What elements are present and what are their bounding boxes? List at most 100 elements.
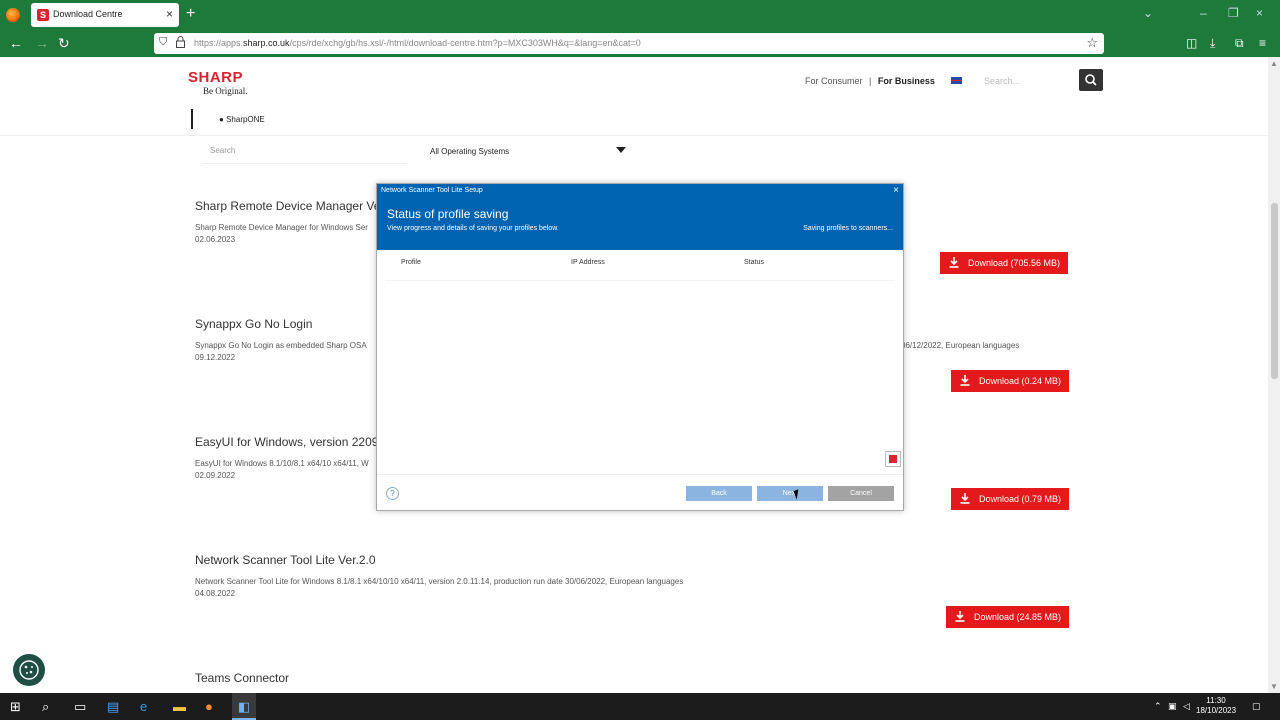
stop-icon	[889, 455, 897, 463]
windows-start-icon[interactable]: ⊞	[10, 699, 21, 715]
help-icon[interactable]: ?	[386, 487, 399, 500]
download-button[interactable]: Download (0.79 MB)	[951, 488, 1070, 510]
stop-button[interactable]	[885, 451, 901, 467]
notification-icon[interactable]: ▢	[1252, 701, 1261, 712]
tray-chevron-icon[interactable]: ⌃	[1154, 701, 1162, 712]
entry-title: EasyUI for Windows, version 2209	[195, 435, 379, 449]
cookie-icon	[19, 660, 39, 680]
sharpone-link[interactable]: ● SharpONE	[219, 115, 265, 124]
os-filter-select[interactable]: All Operating Systems	[430, 147, 509, 156]
tab-title: Download Centre	[53, 9, 123, 19]
download-icon	[960, 375, 970, 386]
extensions-icon[interactable]: ⧉	[1235, 36, 1244, 51]
for-business-link[interactable]: For Business	[878, 76, 935, 86]
system-clock[interactable]: 11:30 18/10/2023	[1196, 696, 1236, 716]
download-label: Download (0.24 MB)	[979, 376, 1062, 386]
dialog-window-title: Network Scanner Tool Lite Setup	[381, 187, 483, 194]
sharpone-label: SharpONE	[226, 115, 265, 124]
menu-hamburger-icon[interactable]: ≡	[1259, 36, 1266, 50]
dialog-subtitle: View progress and details of saving your…	[387, 225, 559, 232]
server-manager-icon[interactable]: ▤	[107, 699, 119, 715]
entry-title: Network Scanner Tool Lite Ver.2.0	[195, 553, 376, 567]
file-explorer-icon[interactable]: ▬	[173, 699, 186, 714]
reload-icon[interactable]: ↻	[58, 35, 70, 52]
browser-tab-bar: S Download Centre × + ⌄ – ❐ ×	[0, 0, 1280, 30]
entry-description: Synappx Go No Login as embedded Sharp OS…	[195, 341, 367, 350]
new-tab-button[interactable]: +	[186, 5, 195, 23]
url-text[interactable]: https://apps.sharp.co.uk/cps/rde/xchg/gb…	[194, 38, 641, 48]
download-icon	[960, 493, 970, 504]
pocket-icon[interactable]: ◫	[1186, 36, 1197, 50]
download-label: Download (0.79 MB)	[979, 494, 1062, 504]
download-icon	[955, 611, 965, 622]
next-button[interactable]: Next	[757, 486, 823, 501]
back-arrow-icon[interactable]: ←	[9, 35, 23, 51]
close-window-icon[interactable]: ×	[1256, 6, 1263, 20]
download-search-placeholder: Search	[210, 146, 236, 155]
sharp-logo[interactable]: SHARP	[188, 69, 243, 86]
tab-list-chevron-icon[interactable]: ⌄	[1143, 6, 1153, 20]
entry-description: Sharp Remote Device Manager for Windows …	[195, 223, 368, 232]
column-header-ip-address[interactable]: IP Address	[571, 259, 605, 266]
entry-description-tail: 06/12/2022, European languages	[901, 341, 1020, 350]
dialog-close-icon[interactable]: ×	[893, 185, 899, 196]
entry-date: 02.09.2022	[195, 471, 236, 480]
tracking-shield-icon[interactable]: ⛉	[159, 36, 167, 49]
task-view-icon[interactable]: ▭	[74, 699, 86, 715]
downloads-icon[interactable]: ⤓	[1210, 36, 1215, 51]
uk-flag-icon[interactable]	[951, 77, 962, 84]
minimize-icon[interactable]: –	[1200, 6, 1207, 20]
restore-icon[interactable]: ❐	[1228, 6, 1239, 20]
volume-icon[interactable]: ◁	[1183, 701, 1190, 712]
network-icon[interactable]: ▣	[1168, 701, 1177, 712]
bookmark-star-icon[interactable]: ☆	[1086, 35, 1098, 51]
header-separator: |	[869, 76, 872, 86]
address-bar[interactable]: ⛉ https://apps.sharp.co.uk/cps/rde/xchg/…	[154, 33, 1104, 54]
download-label: Download (24.85 MB)	[974, 612, 1062, 622]
entry-description: Network Scanner Tool Lite for Windows 8.…	[195, 577, 684, 586]
entry-title: Teams Connector	[195, 671, 290, 685]
sharp-tagline: Be Original.	[203, 86, 248, 96]
download-icon	[949, 257, 959, 268]
scroll-down-icon[interactable]: ▼	[1270, 682, 1278, 691]
user-icon: ●	[219, 115, 224, 124]
download-button[interactable]: Download (0.24 MB)	[951, 370, 1070, 392]
dialog-titlebar[interactable]: Network Scanner Tool Lite Setup ×	[377, 184, 903, 199]
search-icon[interactable]: ⌕	[42, 699, 49, 715]
tab-close-icon[interactable]: ×	[166, 7, 173, 21]
lock-icon[interactable]	[176, 36, 185, 48]
column-header-status[interactable]: Status	[744, 259, 764, 266]
page-scrollbar[interactable]: ▲ ▼	[1268, 57, 1280, 693]
for-consumer-link[interactable]: For Consumer	[805, 76, 863, 86]
entry-title: Sharp Remote Device Manager Ve	[195, 199, 381, 213]
table-header-divider	[385, 280, 895, 281]
column-header-profile[interactable]: Profile	[401, 259, 421, 266]
windows-taskbar: ⊞ ⌕ ▭ ▤ e ▬ ● ◧ ⌃ ▣ ◁ 11:30 18/10/2023 ▢	[0, 693, 1280, 720]
caret-down-icon[interactable]	[616, 147, 626, 153]
dialog-footer-divider	[377, 474, 903, 475]
download-button[interactable]: Download (705.56 MB)	[940, 252, 1069, 274]
url-prefix: https://apps.	[194, 38, 244, 48]
browser-nav-bar: ← → ↻ ⛉ https://apps.sharp.co.uk/cps/rde…	[0, 30, 1280, 57]
cookie-settings-button[interactable]	[13, 654, 45, 686]
entry-title: Synappx Go No Login	[195, 317, 313, 331]
dialog-banner: Status of profile saving View progress a…	[377, 199, 903, 250]
network-scanner-icon: ◧	[238, 699, 251, 714]
back-button[interactable]: Back	[686, 486, 752, 501]
tab-download-centre[interactable]: S Download Centre ×	[31, 3, 179, 27]
forward-arrow-icon[interactable]: →	[35, 35, 49, 51]
sharp-favicon-icon: S	[37, 9, 49, 21]
scroll-thumb[interactable]	[1271, 203, 1278, 379]
edge-icon[interactable]: e	[140, 699, 147, 714]
url-path: /cps/rde/xchg/gb/hs.xsl/-/html/download-…	[289, 38, 641, 48]
search-icon	[1085, 74, 1097, 86]
dialog-status-text: Saving profiles to scanners...	[803, 225, 893, 232]
network-scanner-taskbar-item[interactable]: ◧	[232, 693, 256, 720]
cancel-button[interactable]: Cancel	[828, 486, 894, 501]
download-search-input[interactable]: Search	[202, 138, 407, 164]
site-search-button[interactable]	[1079, 69, 1103, 91]
firefox-taskbar-icon[interactable]: ●	[205, 699, 213, 714]
scroll-up-icon[interactable]: ▲	[1270, 59, 1278, 68]
site-search-input[interactable]: Search...	[984, 76, 1020, 86]
download-button[interactable]: Download (24.85 MB)	[946, 606, 1070, 628]
